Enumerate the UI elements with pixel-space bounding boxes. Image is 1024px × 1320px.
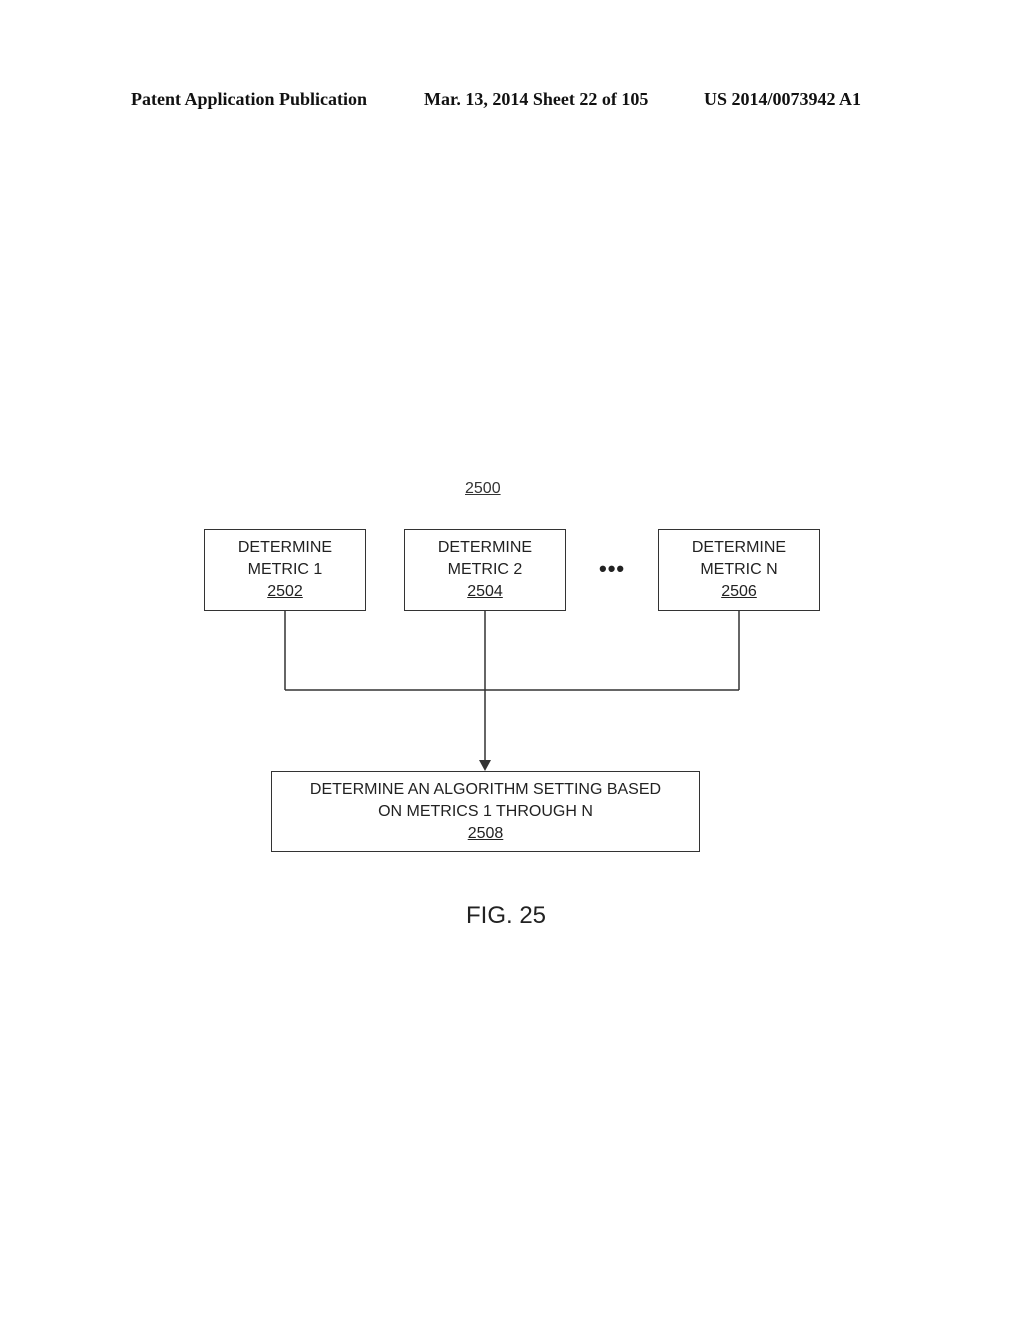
step-line1: DETERMINE [237,539,333,556]
result-box-2508: DETERMINE AN ALGORITHM SETTING BASED ON … [271,771,700,852]
figure-label: FIG. 25 [466,902,547,929]
step-box-2506: DETERMINE METRIC N 2506 [658,529,820,611]
result-line2: ON METRICS 1 THROUGH N [378,802,593,820]
result-ref: 2508 [467,824,504,842]
step-line2: METRIC 2 [447,561,523,578]
step-ref: 2502 [267,583,303,600]
step-line2: METRIC 1 [247,561,323,578]
step-line1: DETERMINE [437,539,533,556]
step-line1: DETERMINE [691,539,787,556]
connector-lines [284,610,740,771]
step-box-2504: DETERMINE METRIC 2 2504 [404,529,566,611]
step-ref: 2504 [467,583,503,600]
step-box-2502: DETERMINE METRIC 1 2502 [204,529,366,611]
ellipsis-icon: ••• [599,556,626,581]
result-line1: DETERMINE AN ALGORITHM SETTING BASED [309,780,662,798]
step-line2: METRIC N [700,561,778,578]
arrowhead-icon [479,760,491,771]
step-ref: 2506 [721,583,757,600]
